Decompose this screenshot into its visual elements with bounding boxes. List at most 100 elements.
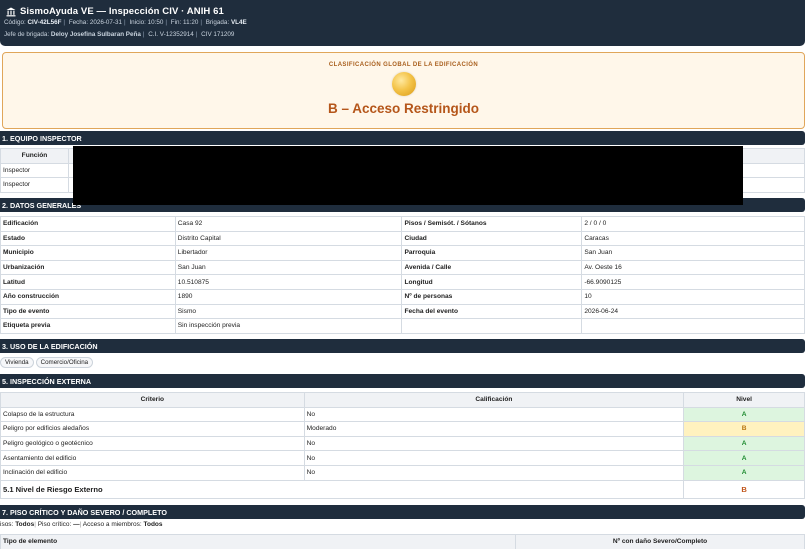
criterio-cell: Inclinación del edificio	[0, 464, 305, 481]
jefe-label: Jefe de brigada:	[4, 31, 50, 38]
risk-value: B	[683, 479, 805, 499]
field-value: Distrito Capital	[174, 230, 403, 247]
critical-elements-table: Tipo de elemento Nº con daño Severo/Comp…	[0, 534, 805, 549]
field-value: San Juan	[174, 259, 403, 276]
table-row: Edificación Casa 92 Pisos / Semisót. / Sót…	[0, 216, 805, 232]
external-inspection-table: Criterio Calificación Nivel Colapso de la e…	[0, 392, 805, 499]
criterio-cell: Peligro por edificios aledaños	[0, 421, 305, 437]
field-label	[401, 318, 583, 334]
field-label: Longitud	[401, 274, 583, 290]
use-chips: Vivienda Comercio/Oficina	[0, 357, 94, 368]
nivel-badge: A	[683, 450, 805, 466]
inicio-label: Inicio:	[129, 19, 146, 26]
building-icon	[6, 7, 16, 16]
column-header-nivel: Nivel	[683, 392, 805, 408]
team-role-cell: Inspector	[0, 162, 69, 179]
section-header-critical: 7. PISO CRÍTICO Y DAÑO SEVERO / COMPLETO	[0, 505, 805, 519]
field-label: Etiqueta previa	[0, 318, 176, 334]
field-value: 10	[581, 288, 805, 305]
jefe-value: Deloy Josefina Sulbaran Peña	[50, 31, 141, 38]
section-header-external: 5. INSPECCIÓN EXTERNA	[0, 374, 805, 388]
field-label: Año construcción	[0, 288, 176, 305]
table-row: Año construcción 1890 Nº de personas 10	[0, 288, 805, 305]
field-label: Municipio	[0, 245, 176, 261]
table-row: Asentamiento del edificio No A	[0, 450, 805, 466]
column-header-tipo: Tipo de elemento	[0, 534, 516, 549]
table-row: Etiqueta previa Sin inspección previa	[0, 318, 805, 334]
civ-label: CIV	[201, 31, 212, 38]
field-label: Avenida / Calle	[401, 259, 583, 276]
codigo-value: CIV-42L56F	[27, 19, 62, 26]
table-header-row: Tipo de elemento Nº con daño Severo/Comp…	[0, 534, 805, 549]
brigada-label: Brigada:	[205, 19, 230, 26]
page-title: SismoAyuda VE — Inspección CIV · ANIH 61	[20, 6, 224, 17]
field-value: Av. Oeste 16	[581, 259, 805, 276]
field-value: 2026-06-24	[581, 303, 805, 320]
field-value: Sismo	[174, 303, 403, 320]
classification-status-orb	[392, 72, 416, 96]
field-label: Urbanización	[0, 259, 176, 276]
pisos-label: isos:	[0, 521, 14, 528]
risk-label: 5.1 Nivel de Riesgo Externo	[0, 479, 685, 499]
table-row: Inclinación del edificio No A	[0, 464, 805, 481]
use-chip: Vivienda	[0, 357, 34, 368]
critical-floor-summary: isos: Todos| Piso crítico: —| Acceso a m…	[0, 521, 163, 528]
field-label: Pisos / Semisót. / Sótanos	[401, 216, 583, 232]
table-row: Urbanización San Juan Avenida / Calle Av. O…	[0, 259, 805, 276]
field-value: Libertador	[174, 245, 403, 261]
table-header-row: Criterio Calificación Nivel	[0, 392, 805, 408]
criterio-cell: Peligro geológico o geotécnico	[0, 435, 305, 452]
global-classification-card: CLASIFICACIÓN GLOBAL DE LA EDIFICACIÓN B…	[2, 52, 805, 129]
field-label: Nº de personas	[401, 288, 583, 305]
section-header-use: 3. USO DE LA EDIFICACIÓN	[0, 339, 805, 353]
field-value	[581, 318, 805, 334]
table-row: Estado Distrito Capital Ciudad Caracas	[0, 230, 805, 247]
table-row: Latitud 10.510875 Longitud -66.9090125	[0, 274, 805, 290]
field-label: Parroquia	[401, 245, 583, 261]
inicio-value: 10:50	[147, 19, 164, 26]
field-value: San Juan	[581, 245, 805, 261]
table-row: Colapso de la estructura No A	[0, 406, 805, 423]
field-value: 1890	[174, 288, 403, 305]
column-header-funcion: Función	[0, 148, 69, 164]
nivel-badge: B	[683, 421, 805, 437]
calificacion-cell: No	[303, 435, 685, 452]
field-value: -66.9090125	[581, 274, 805, 290]
section-header-team: 1. EQUIPO INSPECTOR	[0, 131, 805, 145]
acceso-label: Acceso a miembros:	[82, 521, 142, 528]
column-header-count: Nº con daño Severo/Completo	[515, 534, 805, 549]
codigo-label: Código:	[4, 19, 26, 26]
civ-value: 171209	[213, 31, 235, 38]
header-meta: Código: CIV-42L56F | Fecha: 2026-07-31 | I…	[4, 19, 247, 26]
app-header: SismoAyuda VE — Inspección CIV · ANIH 61…	[0, 0, 805, 46]
column-header-calificacion: Calificación	[303, 392, 685, 408]
calificacion-cell: No	[303, 450, 685, 466]
table-row: Peligro por edificios aledaños Moderado B	[0, 421, 805, 437]
redaction-block	[73, 146, 743, 205]
field-label: Latitud	[0, 274, 176, 290]
calificacion-cell: No	[303, 464, 685, 481]
fin-label: Fin:	[170, 19, 182, 26]
calificacion-cell: Moderado	[303, 421, 685, 437]
general-data-table: Edificación Casa 92 Pisos / Semisót. / Sót…	[0, 216, 805, 334]
team-role-cell: Inspector	[0, 177, 69, 193]
field-label: Tipo de evento	[0, 303, 176, 320]
field-label: Edificación	[0, 216, 176, 232]
brigada-value: VL4E	[230, 19, 247, 26]
criterio-cell: Asentamiento del edificio	[0, 450, 305, 466]
fin-value: 11:20	[183, 19, 199, 26]
classification-value: B – Acceso Restringido	[327, 101, 480, 116]
fecha-value: 2026-07-31	[89, 19, 123, 26]
table-row: Municipio Libertador Parroquia San Juan	[0, 245, 805, 261]
classification-label: CLASIFICACIÓN GLOBAL DE LA EDIFICACIÓN	[328, 62, 479, 68]
nivel-badge: A	[683, 464, 805, 481]
use-chip: Comercio/Oficina	[35, 357, 94, 368]
ci-label: C.I.	[148, 31, 159, 38]
field-value: Casa 92	[174, 216, 403, 232]
ci-value: V-12352914	[159, 31, 194, 38]
field-value: 2 / 0 / 0	[581, 216, 805, 232]
table-row: Peligro geológico o geotécnico No A	[0, 435, 805, 452]
fecha-label: Fecha:	[68, 19, 89, 26]
field-label: Ciudad	[401, 230, 583, 247]
field-label: Estado	[0, 230, 176, 247]
